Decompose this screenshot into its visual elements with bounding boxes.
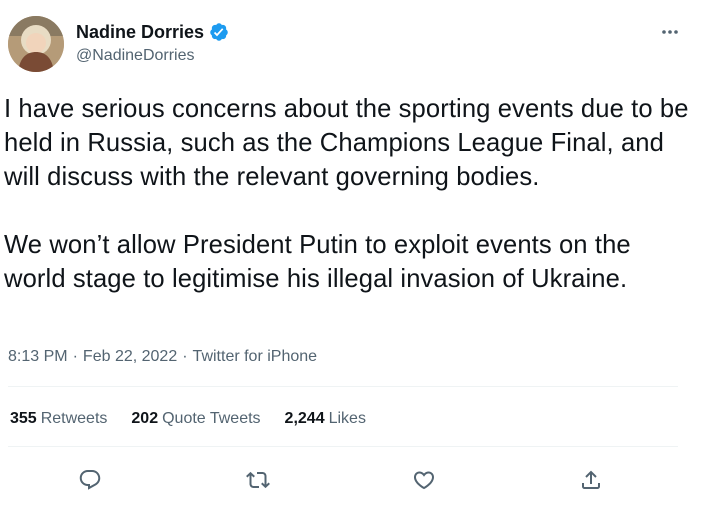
handle[interactable]: @NadineDorries (76, 45, 229, 67)
tweet-paragraph-2: We won’t allow President Putin to exploi… (4, 231, 631, 293)
reply-button[interactable] (70, 460, 110, 500)
tweet-date[interactable]: Feb 22, 2022 (83, 348, 177, 365)
quote-tweets-label: Quote Tweets (162, 410, 261, 427)
avatar[interactable] (8, 16, 64, 72)
likes-stat[interactable]: 2,244 Likes (285, 408, 366, 430)
tweet-source[interactable]: Twitter for iPhone (193, 348, 318, 365)
more-options-icon[interactable] (658, 20, 682, 44)
tweet-text: I have serious concerns about the sporti… (4, 92, 694, 296)
share-button[interactable] (571, 460, 611, 500)
retweets-label: Retweets (40, 410, 108, 427)
share-icon (582, 470, 600, 489)
retweets-count: 355 (10, 410, 37, 427)
likes-label: Likes (328, 410, 366, 427)
meta-separator: · (182, 348, 188, 365)
meta-separator: · (72, 348, 78, 365)
tweet-actions (0, 460, 702, 500)
verified-badge-icon (209, 22, 229, 42)
quote-tweets-stat[interactable]: 202 Quote Tweets (131, 408, 260, 430)
retweet-icon (246, 471, 270, 489)
likes-count: 2,244 (284, 410, 325, 427)
like-icon (413, 471, 435, 490)
author-names: Nadine Dorries @NadineDorries (76, 21, 229, 67)
divider (8, 446, 678, 447)
tweet-header: Nadine Dorries @NadineDorries (8, 14, 688, 78)
retweets-stat[interactable]: 355 Retweets (10, 408, 107, 430)
retweet-button[interactable] (238, 460, 278, 500)
reply-icon (79, 470, 101, 490)
tweet-paragraph-1: I have serious concerns about the sporti… (4, 95, 689, 191)
tweet-stats: 355 Retweets 202 Quote Tweets 2,244 Likes (10, 408, 390, 430)
quote-tweets-count: 202 (131, 410, 159, 427)
avatar-image (8, 16, 64, 72)
like-button[interactable] (404, 460, 444, 500)
display-name[interactable]: Nadine Dorries (76, 21, 204, 43)
tweet-meta: 8:13 PM · Feb 22, 2022 · Twitter for iPhone (8, 346, 317, 368)
divider (8, 386, 678, 387)
tweet-time[interactable]: 8:13 PM (8, 348, 68, 365)
